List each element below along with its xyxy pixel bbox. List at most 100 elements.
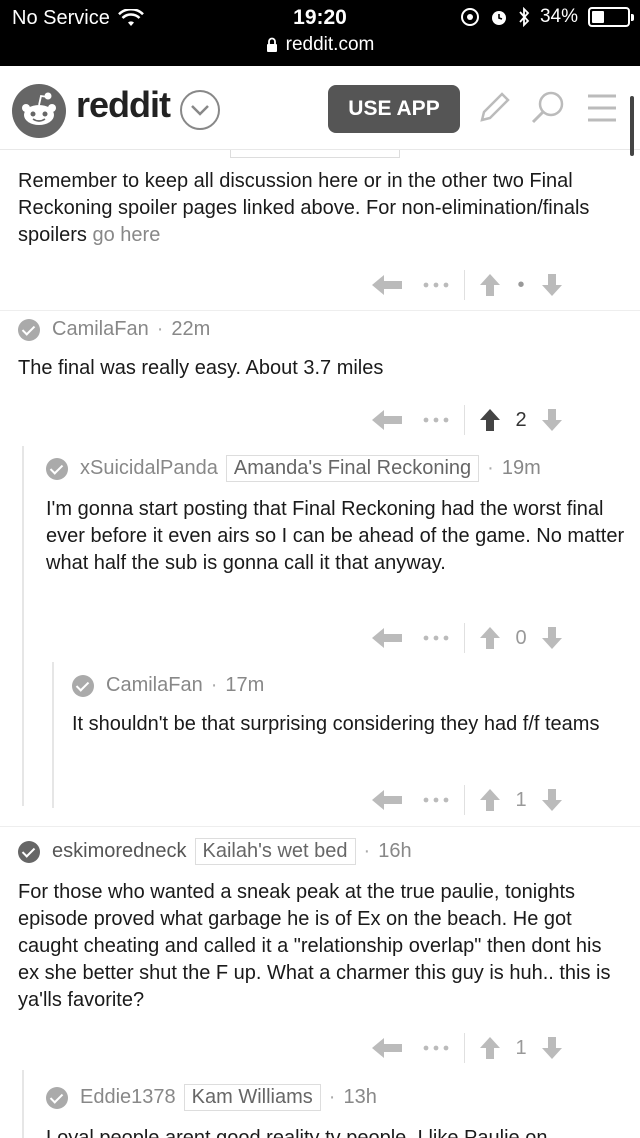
actions-separator	[464, 405, 465, 435]
user-flair: Kam Williams	[183, 1084, 321, 1111]
meta-dot: ·	[210, 674, 218, 696]
comment-author[interactable]: eskimoredneck	[52, 840, 187, 863]
more-dots-icon[interactable]	[422, 796, 450, 804]
clipped-flair	[230, 150, 400, 158]
comment-meta: eskimoredneck Kailah's wet bed · 16h	[18, 838, 622, 865]
comment-body: Remember to keep all discussion here or …	[18, 170, 590, 246]
comment-item: xSuicidalPanda Amanda's Final Reckoning …	[46, 455, 626, 577]
community-dropdown[interactable]	[180, 90, 220, 130]
comment-author[interactable]: Eddie1378	[80, 1086, 176, 1109]
scrollbar-thumb[interactable]	[630, 96, 634, 156]
lock-icon	[266, 37, 277, 52]
thread-line	[22, 1070, 24, 1138]
comment-author[interactable]: CamilaFan	[106, 674, 203, 697]
comment-meta: xSuicidalPanda Amanda's Final Reckoning …	[46, 455, 626, 482]
more-dots-icon[interactable]	[422, 281, 450, 289]
actions-separator	[464, 623, 465, 653]
comment-item: CamilaFan · 22m The final was really eas…	[18, 318, 618, 382]
more-dots-icon[interactable]	[422, 634, 450, 642]
actions-separator	[464, 785, 465, 815]
comment-body: The final was really easy. About 3.7 mil…	[18, 357, 384, 379]
meta-dot: ·	[487, 457, 494, 479]
reply-arrow-icon[interactable]	[370, 1035, 404, 1061]
meta-dot: ·	[363, 840, 371, 862]
thread-line	[52, 662, 54, 808]
score: 1	[515, 1036, 527, 1059]
comment-body: Loyal people arent good reality tv peopl…	[46, 1127, 548, 1138]
reply-arrow-icon[interactable]	[370, 625, 404, 651]
comment-divider	[0, 310, 640, 311]
upvote-arrow-icon[interactable]	[479, 408, 501, 432]
more-dots-icon[interactable]	[422, 416, 450, 424]
battery-percent: 34%	[539, 6, 578, 27]
hamburger-menu-icon[interactable]	[584, 88, 624, 128]
downvote-arrow-icon[interactable]	[541, 788, 563, 812]
status-right: 34%	[460, 6, 634, 28]
user-flair: Kailah's wet bed	[194, 838, 356, 865]
downvote-arrow-icon[interactable]	[541, 626, 563, 650]
checkmark-icon	[18, 318, 40, 341]
comment-time: 22m	[171, 318, 211, 340]
comment-author[interactable]: xSuicidalPanda	[80, 457, 218, 480]
reddit-logo-icon[interactable]	[12, 84, 66, 138]
comment-item: Eddie1378 Kam Williams · 13h Loyal peopl…	[46, 1084, 626, 1138]
status-bar: No Service 19:20 reddit.com 34%	[0, 0, 640, 66]
search-icon[interactable]	[528, 88, 568, 128]
comment-author[interactable]: CamilaFan	[52, 318, 149, 341]
comment-actions: 1	[370, 1028, 563, 1068]
comment-item: Remember to keep all discussion here or …	[18, 168, 618, 249]
comment-meta: CamilaFan · 17m	[72, 674, 622, 697]
comment-time: 19m	[501, 457, 541, 479]
comment-time: 17m	[225, 674, 265, 696]
upvote-arrow-icon[interactable]	[479, 273, 501, 297]
more-dots-icon[interactable]	[422, 1044, 450, 1052]
comment-meta: CamilaFan · 22m	[18, 318, 618, 341]
reply-arrow-icon[interactable]	[370, 272, 404, 298]
checkmark-icon	[46, 1086, 68, 1109]
comment-body: It shouldn't be that surprising consider…	[72, 713, 600, 735]
comment-body: For those who wanted a sneak peak at the…	[18, 881, 611, 1011]
comment-meta: Eddie1378 Kam Williams · 13h	[46, 1084, 626, 1111]
upvote-arrow-icon[interactable]	[479, 1036, 501, 1060]
upvote-arrow-icon[interactable]	[479, 626, 501, 650]
battery-level	[592, 11, 604, 23]
comment-item: CamilaFan · 17m It shouldn't be that sur…	[72, 674, 622, 738]
go-here-link[interactable]: go here	[92, 224, 160, 246]
location-lock-icon	[460, 8, 479, 26]
user-flair: Amanda's Final Reckoning	[225, 455, 480, 482]
comment-time: 13h	[343, 1086, 377, 1108]
use-app-button[interactable]: USE APP	[328, 85, 460, 133]
reply-arrow-icon[interactable]	[370, 787, 404, 813]
comment-actions: 1	[370, 780, 563, 820]
score: 0	[515, 626, 527, 649]
reddit-wordmark[interactable]: reddit	[76, 84, 171, 126]
chevron-down-icon	[191, 105, 209, 116]
comment-body: I'm gonna start posting that Final Recko…	[46, 498, 625, 574]
downvote-arrow-icon[interactable]	[541, 1036, 563, 1060]
meta-dot: ·	[156, 318, 164, 340]
score: 2	[515, 408, 527, 431]
comment-actions: 0	[370, 618, 563, 658]
comment-time: 16h	[378, 840, 412, 862]
comment-item: eskimoredneck Kailah's wet bed · 16h For…	[18, 838, 622, 1014]
bluetooth-icon	[519, 7, 530, 27]
score: 1	[515, 788, 527, 811]
reply-arrow-icon[interactable]	[370, 407, 404, 433]
downvote-arrow-icon[interactable]	[541, 273, 563, 297]
downvote-arrow-icon[interactable]	[541, 408, 563, 432]
thread-line	[22, 446, 24, 806]
reddit-header: reddit USE APP	[0, 66, 640, 150]
checkmark-icon	[18, 840, 40, 863]
checkmark-icon	[72, 674, 94, 697]
pencil-icon[interactable]	[474, 88, 514, 128]
actions-separator	[464, 1033, 465, 1063]
meta-dot: ·	[328, 1086, 336, 1108]
url-text: reddit.com	[285, 34, 375, 55]
address-bar[interactable]: reddit.com	[0, 34, 640, 56]
battery-icon	[588, 7, 634, 27]
alarm-icon	[491, 11, 506, 25]
upvote-arrow-icon[interactable]	[479, 788, 501, 812]
score: •	[517, 273, 525, 296]
comment-divider	[0, 826, 640, 827]
actions-separator	[464, 270, 465, 300]
